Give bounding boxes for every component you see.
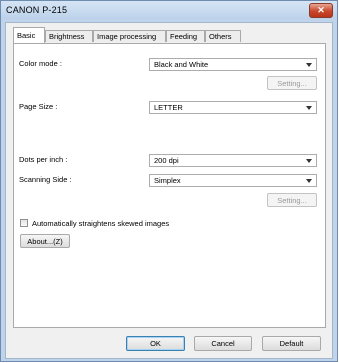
dialog-window: CANON P-215 ✕ Basic Brightness Image pro… [0, 0, 338, 362]
scanning-side-label: Scanning Side : [19, 175, 72, 184]
chevron-down-icon [306, 63, 312, 67]
straighten-checkbox[interactable] [20, 219, 28, 227]
tab-brightness[interactable]: Brightness [45, 30, 93, 42]
page-size-value: LETTER [154, 103, 183, 112]
tab-image-processing[interactable]: Image processing [93, 30, 166, 42]
close-icon: ✕ [317, 5, 325, 15]
scanning-side-value: Simplex [154, 176, 181, 185]
close-button[interactable]: ✕ [309, 3, 333, 18]
tab-feeding[interactable]: Feeding [166, 30, 205, 42]
dpi-value: 200 dpi [154, 156, 179, 165]
tab-label: Feeding [170, 32, 198, 41]
tab-label: Brightness [49, 32, 85, 41]
color-mode-value: Black and White [154, 60, 209, 69]
about-button[interactable]: About...(Z) [20, 234, 70, 248]
title-bar[interactable]: CANON P-215 ✕ [1, 1, 337, 19]
dpi-label: Dots per inch : [19, 155, 68, 164]
chevron-down-icon [306, 106, 312, 110]
dialog-client: Basic Brightness Image processing Feedin… [5, 22, 333, 359]
tab-label: Others [209, 32, 232, 41]
side-setting-button[interactable]: Setting... [267, 193, 317, 207]
scanning-side-select[interactable]: Simplex [149, 174, 317, 187]
ok-button[interactable]: OK [126, 336, 185, 351]
color-setting-button[interactable]: Setting... [267, 76, 317, 90]
color-mode-label: Color mode : [19, 59, 62, 68]
cancel-button[interactable]: Cancel [194, 336, 252, 351]
tab-basic[interactable]: Basic [13, 27, 45, 43]
color-mode-select[interactable]: Black and White [149, 58, 317, 71]
tab-label: Basic [17, 31, 36, 40]
chevron-down-icon [306, 159, 312, 163]
dpi-select[interactable]: 200 dpi [149, 154, 317, 167]
straighten-label[interactable]: Automatically straightens skewed images [32, 219, 169, 228]
tab-label: Image processing [97, 32, 157, 41]
page-size-label: Page Size : [19, 102, 58, 111]
page-size-select[interactable]: LETTER [149, 101, 317, 114]
chevron-down-icon [306, 179, 312, 183]
tab-others[interactable]: Others [205, 30, 241, 42]
default-button[interactable]: Default [262, 336, 321, 351]
window-title: CANON P-215 [6, 5, 68, 15]
basic-tab-panel: Color mode : Black and White Setting... … [13, 43, 326, 328]
